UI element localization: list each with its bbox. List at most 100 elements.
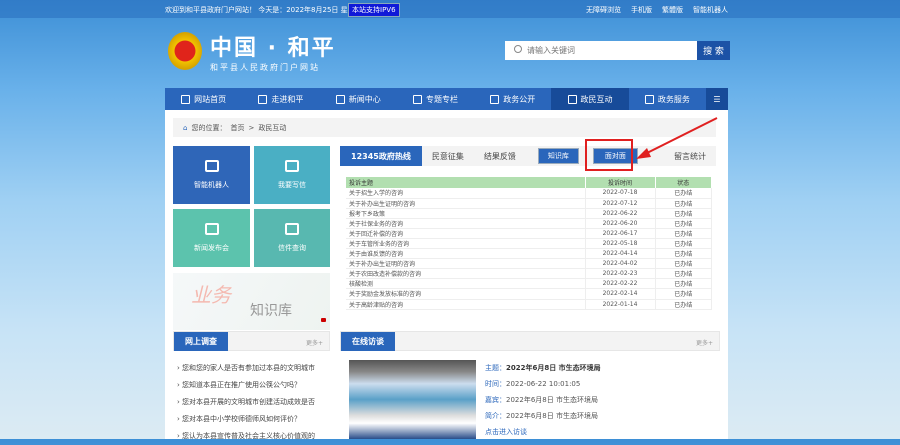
tab-hotline[interactable]: 12345政府热线 [340,146,422,166]
table-row[interactable]: 关于补办出生证明的咨询 2022-04-02 已办结 [346,258,712,270]
breadcrumb-home[interactable]: 首页 [230,123,244,133]
breadcrumb-sep: > [248,123,255,132]
interview-photo[interactable] [349,360,476,439]
table-row[interactable]: 关于车管所业务的咨询 2022-05-18 已办结 [346,238,712,250]
survey-item[interactable]: › 您对本县中小学校师德师风如何评价？ [173,411,331,428]
cell-time: 2022-06-17 [585,228,656,239]
cell-topic[interactable]: 关于由谁反馈的咨询 [346,248,586,260]
table-row[interactable]: 关于奖励金发放标准的咨询 2022-02-14 已办结 [346,288,712,300]
national-emblem-icon [168,32,202,70]
interview-more-link[interactable]: 更多+ [696,338,713,347]
survey-item[interactable]: › 您知道本县正在推广使用公筷公勺吗？ [173,377,331,394]
tile-write-letter[interactable]: 我要写信 [254,146,330,204]
nav-interaction[interactable]: 政民互动 [551,88,629,110]
cell-time: 2022-02-23 [585,268,656,280]
menu-button[interactable]: ☰ [705,88,728,110]
intro-label: 简介： [485,412,506,420]
tab-feedback[interactable]: 结果反馈 [474,151,526,162]
robot-link[interactable]: 智能机器人 [693,5,728,15]
cell-time: 2022-06-20 [585,218,656,229]
cell-topic[interactable]: 关于奖励金发放标准的咨询 [346,288,586,300]
nav-about[interactable]: 走进和平 [242,88,319,110]
tile-letter-query[interactable]: 信件查询 [254,209,330,267]
nav-topics[interactable]: 专题专栏 [397,88,474,110]
table-row[interactable]: 关于回迁补偿的咨询 2022-06-17 已办结 [346,228,712,239]
slide-indicator[interactable] [321,318,326,322]
col-topic: 投诉主题 [346,177,586,188]
cell-topic[interactable]: 核酸检测 [346,278,586,290]
nav-home[interactable]: 网站首页 [165,88,242,110]
site-title[interactable]: 中国 · 和平 [210,30,336,62]
time-value: 2022-06-22 10:01:05 [506,380,581,388]
intro-value: 2022年6月8日 市生态环境局 [506,412,598,420]
search-button[interactable]: 搜 索 [697,41,730,60]
alarm-icon [204,160,219,172]
cell-time: 2022-01-14 [585,299,656,310]
main-content: ⌂ 您的位置： 首页 > 政民互动 智能机器人 我要写信 新闻发布会 信件查询 … [165,110,728,440]
cell-topic[interactable]: 报考下乡政策 [346,208,586,219]
cell-topic[interactable]: 关于社保业务的咨询 [346,218,586,229]
tile-label: 新闻发布会 [194,244,229,252]
interview-info: 主题：2022年6月8日 市生态环境局 时间：2022-06-22 10:01:… [485,360,601,440]
time-label: 时间： [485,380,506,388]
table-row[interactable]: 核酸检测 2022-02-22 已办结 [346,278,712,290]
search-input[interactable] [505,41,697,60]
survey-item-text: 您对本县中小学校师德师风如何评价？ [182,415,302,423]
main-nav: 网站首页 走进和平 新闻中心 专题专栏 政务公开 政民互动 政务服务 ☰ [165,88,728,110]
layers-icon [258,94,268,104]
cell-topic[interactable]: 关于补办出生证明的咨询 [346,198,586,209]
tab-opinion[interactable]: 民意征集 [422,151,474,162]
tile-press[interactable]: 新闻发布会 [173,209,250,267]
survey-item-text: 您和您的家人是否有参加过本县的文明城市 [182,364,316,372]
nav-news[interactable]: 新闻中心 [320,88,397,110]
knowledge-banner[interactable]: 业务 知识库 [173,273,330,330]
enter-interview-link[interactable]: 点击进入访谈 [485,428,527,436]
cell-status: 已办结 [655,288,712,300]
table-row[interactable]: 关于由谁反馈的咨询 2022-04-14 已办结 [346,248,712,260]
highlight-box [585,139,633,171]
nav-services[interactable]: 政务服务 [629,88,706,110]
cell-topic[interactable]: 关于补办出生证明的咨询 [346,258,586,270]
interview-header: 在线访谈 更多+ [340,331,720,351]
table-row[interactable]: 关于高龄津贴的咨询 2022-01-14 已办结 [346,299,712,310]
survey-item[interactable]: › 您认为本县宣传普及社会主义核心价值观的 [173,428,331,445]
survey-more-link[interactable]: 更多+ [306,338,323,347]
survey-header: 网上调查 更多+ [173,331,330,351]
newspaper-icon [285,160,299,172]
survey-item-text: 您对本县开展的文明城市创建活动成效是否 [182,398,316,406]
cell-topic[interactable]: 关于车管所业务的咨询 [346,238,586,250]
traditional-link[interactable]: 繁體版 [662,5,683,15]
nav-label: 走进和平 [271,94,304,104]
tile-label: 信件查询 [278,244,306,252]
cell-topic[interactable]: 关于回迁补偿的咨询 [346,228,586,239]
cell-status: 已办结 [655,248,712,260]
tile-robot[interactable]: 智能机器人 [173,146,250,204]
table-row[interactable]: 关于补办出生证明的咨询 2022-07-12 已办结 [346,198,712,209]
table-row[interactable]: 关于社保业务的咨询 2022-06-20 已办结 [346,218,712,229]
cell-status: 已办结 [655,198,712,209]
accessibility-link[interactable]: 无障碍浏览 [586,5,621,15]
survey-item-text: 您知道本县正在推广使用公筷公勺吗？ [182,381,302,389]
ipv6-badge[interactable]: 本站支持IPV6 [348,3,400,17]
survey-item[interactable]: › 您对本县开展的文明城市创建活动成效是否 [173,394,331,411]
nav-label: 专题专栏 [425,94,458,104]
table-row[interactable]: 关于农田改造补偿款的咨询 2022-02-23 已办结 [346,268,712,280]
cell-time: 2022-05-18 [585,238,656,250]
knowledge-button[interactable]: 知识库 [537,148,579,164]
nav-gov-info[interactable]: 政务公开 [474,88,551,110]
breadcrumb-current[interactable]: 政民互动 [258,123,286,133]
cell-topic[interactable]: 关于农田改造补偿款的咨询 [346,268,586,280]
table-row[interactable]: 关于招生入学的咨询 2022-07-18 已办结 [346,188,712,199]
cell-time: 2022-06-22 [585,208,656,219]
cell-status: 已办结 [655,258,712,270]
table-row[interactable]: 报考下乡政策 2022-06-22 已办结 [346,208,712,219]
cell-topic[interactable]: 关于高龄津贴的咨询 [346,299,586,310]
mobile-link[interactable]: 手机版 [631,5,652,15]
col-status: 状态 [655,177,712,188]
survey-item[interactable]: › 您和您的家人是否有参加过本县的文明城市 [173,360,331,377]
nav-label: 政务公开 [503,94,536,104]
cell-topic[interactable]: 关于招生入学的咨询 [346,188,586,199]
survey-title: 网上调查 [174,332,228,351]
cell-time: 2022-04-14 [585,248,656,260]
home-icon [181,94,191,104]
